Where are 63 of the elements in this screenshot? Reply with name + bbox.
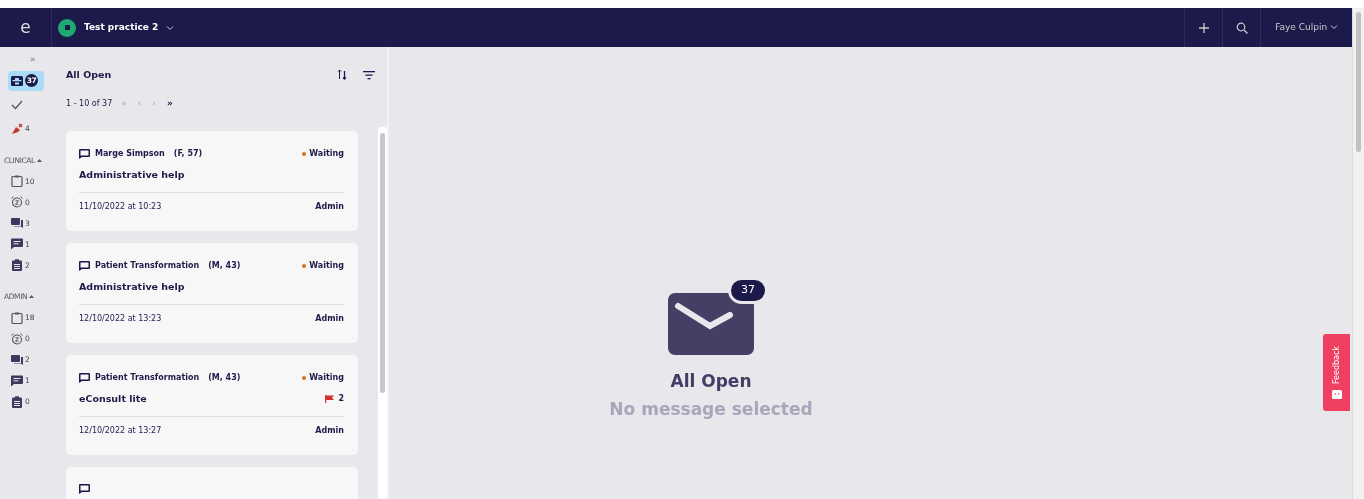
- practice-avatar: [58, 18, 76, 37]
- empty-message: No message selected: [609, 398, 813, 422]
- empty-title: All Open: [670, 371, 752, 392]
- clipboard-icon: [11, 311, 23, 324]
- status-label: Waiting: [309, 371, 344, 384]
- flag-icon: [325, 395, 335, 403]
- clipboard-icon: [11, 175, 23, 188]
- page-range: 1 - 10 of 37: [66, 98, 113, 111]
- patient-details: (M, 43): [208, 371, 241, 384]
- chat-bubbles-icon: [11, 217, 23, 230]
- status-dot: [302, 263, 307, 268]
- count-badge: 37: [728, 277, 768, 304]
- search-icon: [1235, 21, 1248, 34]
- chevron-down-icon: [166, 24, 175, 31]
- patient-details: (M, 43): [208, 259, 241, 272]
- status-dot: [302, 151, 307, 156]
- patient-details: (F, 57): [173, 147, 203, 160]
- check-icon: [11, 98, 23, 111]
- filter-icon: [363, 69, 375, 80]
- message-icon: [11, 238, 23, 251]
- message-subject: Administrative help: [79, 279, 185, 294]
- patient-name: Patient Transformation: [95, 259, 200, 272]
- smiley-icon: [1331, 389, 1342, 399]
- alarm-clock-icon: [11, 332, 23, 345]
- expand-button[interactable]: »: [30, 53, 36, 67]
- chevron-down-icon: [1330, 24, 1338, 31]
- message-card[interactable]: Marge Simpson (F, 57) Waiting Administrative help 11/10/2022 at 10:23 Admin: [66, 130, 358, 231]
- message-icon: [79, 148, 90, 159]
- assignee: Admin: [315, 425, 344, 438]
- flag-count: 2: [338, 393, 344, 405]
- assignee: Admin: [315, 313, 344, 326]
- message-icon: [11, 374, 23, 387]
- message-subject: Administrative help: [79, 167, 185, 182]
- chat-bubbles-icon: [11, 353, 23, 366]
- pager-button[interactable]: »: [164, 97, 175, 111]
- caret-up-icon: [36, 158, 42, 163]
- message-card[interactable]: Patient Transformation (M, 43) Waiting eConsult lite 2 12/10/2022 at 13:27 Admin: [66, 354, 358, 455]
- message-card[interactable]: Patient Transformation (M, 43) Waiting Administrative help 12/10/2022 at 13:23 Admin: [66, 242, 358, 343]
- message-icon: [79, 372, 90, 383]
- inbox-icon: [11, 74, 23, 87]
- assignee: Admin: [315, 201, 344, 214]
- status-label: Waiting: [309, 147, 344, 160]
- status-dot: [302, 375, 307, 380]
- message-icon: [79, 483, 90, 494]
- message-date: 12/10/2022 at 13:27: [79, 425, 162, 438]
- message-date: 12/10/2022 at 13:23: [79, 313, 162, 326]
- practice-switcher[interactable]: Test practice 2: [52, 17, 181, 38]
- alarm-clock-icon: [11, 196, 23, 209]
- clipboard-list-icon: [11, 395, 23, 408]
- clipboard-list-icon: [11, 259, 23, 272]
- message-date: 11/10/2022 at 10:23: [79, 201, 162, 214]
- caret-up-icon: [29, 294, 35, 299]
- status-label: Waiting: [309, 259, 344, 272]
- sort-icon: [337, 69, 347, 81]
- feedback-button[interactable]: Feedback: [1323, 334, 1350, 411]
- plus-icon: [1197, 21, 1210, 34]
- patient-name: Patient Transformation: [95, 371, 200, 384]
- app-logo: e: [0, 8, 52, 47]
- list-title: All Open: [66, 69, 112, 81]
- flag-cross-icon: [11, 122, 23, 135]
- message-subject: eConsult lite: [79, 391, 147, 406]
- message-icon: [79, 260, 90, 271]
- patient-name: Marge Simpson: [95, 147, 165, 160]
